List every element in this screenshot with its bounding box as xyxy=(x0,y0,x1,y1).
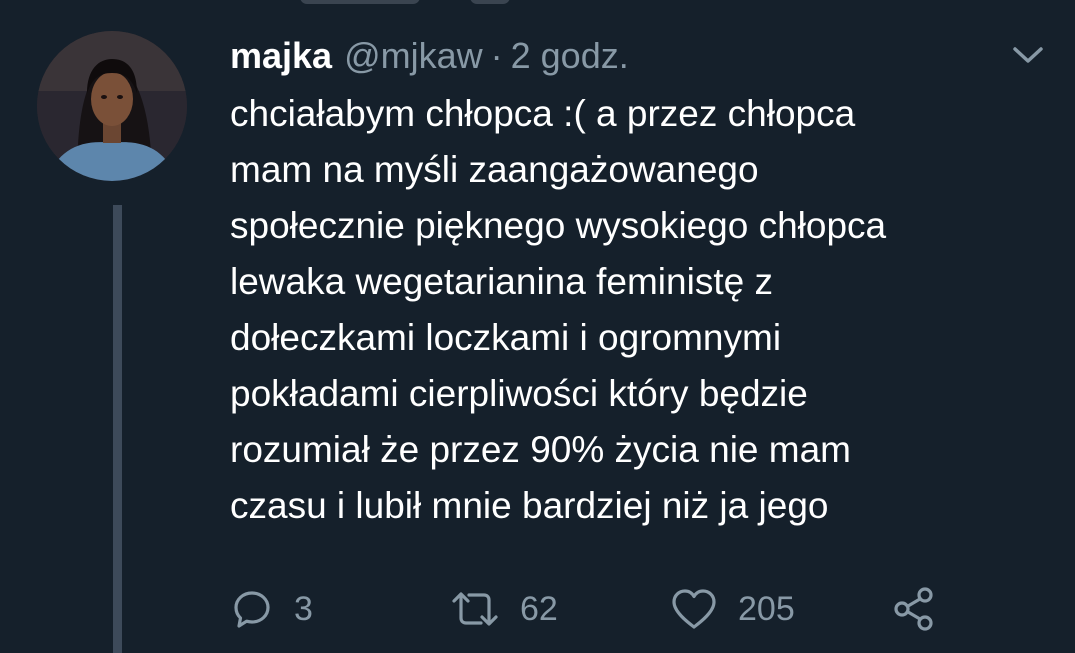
tweet-menu-button[interactable] xyxy=(1011,44,1045,66)
like-count: 205 xyxy=(738,589,795,628)
tweet-text: chciałabym chłopca :( a przez chłopca ma… xyxy=(230,86,1050,534)
chevron-down-icon xyxy=(1013,47,1043,63)
thread-line xyxy=(113,205,122,653)
display-name[interactable]: majka xyxy=(230,35,332,76)
share-button[interactable] xyxy=(890,584,938,634)
like-button[interactable]: 205 xyxy=(670,584,795,634)
tweet-text-line: społecznie pięknego wysokiego chłopca xyxy=(230,205,887,246)
tweet-text-line: czasu i lubił mnie bardziej niż ja jego xyxy=(230,485,829,526)
header-separator: · xyxy=(490,35,503,76)
retweet-button[interactable]: 62 xyxy=(450,584,558,634)
user-handle[interactable]: @mjkaw xyxy=(344,35,483,76)
tweet-text-line: lewaka wegetarianina feministę z xyxy=(230,261,773,302)
heart-icon xyxy=(672,589,716,629)
previous-tweet-edge xyxy=(0,0,1075,8)
timestamp[interactable]: 2 godz. xyxy=(511,35,629,76)
reply-icon xyxy=(234,591,270,628)
share-icon xyxy=(894,587,933,631)
reply-count: 3 xyxy=(294,589,313,628)
avatar[interactable] xyxy=(37,31,187,181)
tweet-text-line: rozumiał że przez 90% życia nie mam xyxy=(230,429,851,470)
tweet-header: majka @mjkaw · 2 godz. xyxy=(230,34,629,78)
avatar-image xyxy=(37,31,187,181)
retweet-count: 62 xyxy=(520,589,558,628)
tweet-text-line: dołeczkami loczkami i ogromnymi xyxy=(230,317,782,358)
tweet-actions: 3 62 205 xyxy=(230,584,950,634)
tweet-text-line: chciałabym chłopca :( a przez chłopca xyxy=(230,93,856,134)
tweet-text-line: mam na myśli zaangażowanego xyxy=(230,149,759,190)
tweet-text-line: pokładami cierpliwości który będzie xyxy=(230,373,808,414)
retweet-icon xyxy=(452,592,498,626)
reply-button[interactable]: 3 xyxy=(230,584,313,634)
